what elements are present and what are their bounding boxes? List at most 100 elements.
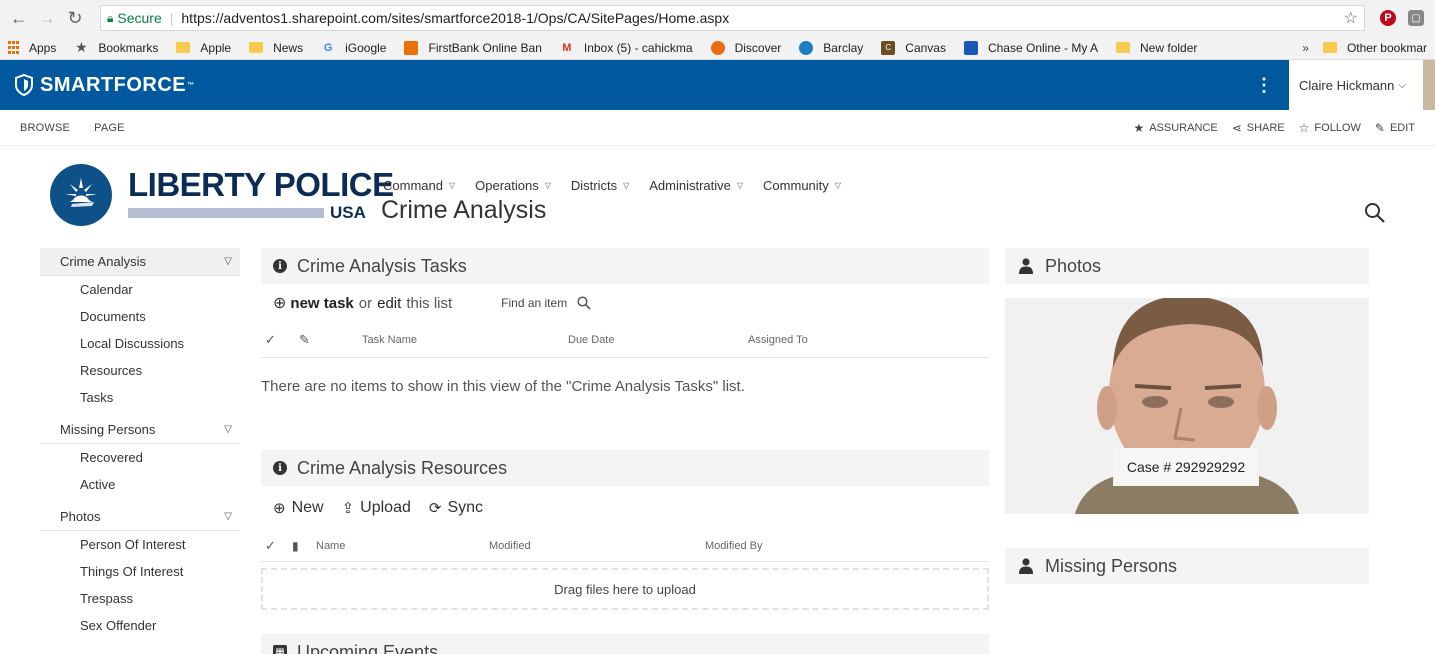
nav-administrative[interactable]: Administrative ▽	[649, 178, 743, 193]
bookmark-canvas[interactable]: C Canvas	[881, 40, 946, 55]
share-button[interactable]: ⋖ SHARE	[1232, 121, 1285, 135]
bookmark-firstbank[interactable]: FirstBank Online Ban	[404, 40, 542, 55]
upload-icon: ⇪	[341, 500, 355, 517]
nav-item-sex-offender[interactable]: Sex Offender	[40, 612, 240, 639]
nav-heading-missing-persons[interactable]: Missing Persons ▽	[40, 416, 240, 444]
column-task-name[interactable]: Task Name	[362, 334, 417, 346]
column-name[interactable]: Name	[316, 540, 345, 552]
column-modified[interactable]: Modified	[489, 540, 531, 552]
new-task-link[interactable]: new task	[290, 295, 353, 312]
address-bar[interactable]: 🔒︎ Secure | https://adventos1.sharepoint…	[100, 5, 1365, 31]
nav-item-calendar[interactable]: Calendar	[40, 276, 240, 303]
url-text[interactable]: https://adventos1.sharepoint.com/sites/s…	[181, 10, 1343, 26]
nav-item-person-of-interest[interactable]: Person Of Interest	[40, 531, 240, 558]
webpart-title: Missing Persons	[1005, 548, 1369, 584]
pinterest-extension-icon[interactable]: P	[1377, 7, 1399, 29]
nav-community[interactable]: Community ▽	[763, 178, 841, 193]
nav-item-recovered[interactable]: Recovered	[40, 444, 240, 471]
or-text: or	[358, 294, 373, 312]
column-assigned-to[interactable]: Assigned To	[748, 334, 808, 346]
ribbon: BROWSE PAGE ★ ASSURANCE ⋖ SHARE ☆ FOLLOW ✎ E…	[0, 110, 1435, 146]
search-icon[interactable]	[577, 296, 591, 310]
logo-usa: USA	[330, 202, 366, 222]
bookmark-new-folder[interactable]: New folder	[1116, 41, 1197, 55]
smartforce-logo[interactable]: SMARTFORCE ™	[0, 74, 1249, 97]
chevron-down-icon: ▽	[623, 181, 630, 190]
missing-persons-webpart: Missing Persons	[1005, 548, 1369, 584]
tab-page[interactable]: PAGE	[94, 122, 125, 134]
bookmark-barclay[interactable]: Barclay	[799, 40, 863, 55]
sync-icon: ⟳	[428, 500, 442, 517]
edit-button[interactable]: ✎ EDIT	[1375, 121, 1415, 135]
assurance-label: ASSURANCE	[1149, 121, 1218, 134]
nav-section-crime-analysis: Crime Analysis ▽ Calendar Documents Local…	[40, 248, 240, 411]
library-column-headers: ✓ ▮ Name Modified Modified By	[261, 530, 989, 562]
nav-item-local-discussions[interactable]: Local Discussions	[40, 330, 240, 357]
document-icon: ▮	[292, 538, 299, 553]
assurance-button[interactable]: ★ ASSURANCE	[1133, 121, 1217, 135]
bookmark-inbox[interactable]: M Inbox (5) - cahickma	[560, 41, 692, 55]
follow-label: FOLLOW	[1314, 121, 1361, 134]
nav-heading-photos[interactable]: Photos ▽	[40, 503, 240, 531]
bookmark-label: FirstBank Online Ban	[428, 40, 542, 55]
pencil-icon[interactable]: ✎	[299, 332, 310, 348]
more-options-icon[interactable]: ⋮	[1249, 75, 1279, 96]
search-icon[interactable]	[1364, 202, 1386, 224]
nav-item-trespass[interactable]: Trespass	[40, 585, 240, 612]
chevron-down-icon[interactable]: ▽	[224, 256, 232, 267]
new-document-button[interactable]: ⊕ New	[273, 499, 324, 517]
resources-webpart: i Crime Analysis Resources ⊕ New ⇪ Upload ⟳…	[261, 450, 989, 610]
nav-command[interactable]: Command ▽	[383, 178, 455, 193]
bookmark-igoogle[interactable]: GiGoogle	[321, 41, 387, 55]
bookmark-other[interactable]: Other bookmar	[1322, 41, 1427, 55]
chevron-down-icon[interactable]: ▽	[224, 511, 232, 522]
nav-item-things-of-interest[interactable]: Things Of Interest	[40, 558, 240, 585]
resources-title[interactable]: Crime Analysis Resources	[297, 458, 507, 479]
follow-button[interactable]: ☆ FOLLOW	[1299, 121, 1361, 135]
checkmark-icon[interactable]: ✓	[265, 332, 276, 348]
liberty-police-logo[interactable]: LIBERTY POLICE USA	[50, 164, 394, 226]
nav-item-active[interactable]: Active	[40, 471, 240, 498]
find-item-search[interactable]: Find an item	[501, 296, 591, 310]
nav-operations[interactable]: Operations ▽	[475, 178, 551, 193]
photos-title[interactable]: Photos	[1045, 256, 1101, 277]
user-name: Claire Hickmann	[1299, 77, 1395, 93]
back-icon[interactable]: ←	[8, 7, 30, 29]
column-modified-by[interactable]: Modified By	[705, 540, 762, 552]
edit-list-link[interactable]: edit	[377, 295, 401, 312]
bookmark-star-icon[interactable]: ☆	[1344, 8, 1358, 28]
bookmark-chase[interactable]: Chase Online - My A	[963, 40, 1098, 55]
extension-icon[interactable]: ▢	[1405, 7, 1427, 29]
bookmark-bookmarks[interactable]: ★ Bookmarks	[74, 39, 158, 55]
missing-persons-title[interactable]: Missing Persons	[1045, 556, 1177, 577]
nav-heading-crime-analysis[interactable]: Crime Analysis ▽	[40, 248, 240, 276]
bookmark-discover[interactable]: Discover	[710, 40, 781, 55]
file-drop-zone[interactable]: Drag files here to upload	[261, 568, 989, 610]
bookmark-apple[interactable]: Apple	[176, 41, 231, 55]
task-column-headers: ✓ ✎ Task Name Due Date Assigned To	[261, 322, 989, 358]
tasks-title[interactable]: Crime Analysis Tasks	[297, 256, 467, 277]
nav-item-tasks[interactable]: Tasks	[40, 384, 240, 411]
bookmark-label: Apps	[29, 40, 57, 55]
sync-button[interactable]: ⟳ Sync	[429, 499, 483, 517]
webpart-title: ▦ Upcoming Events	[261, 634, 989, 654]
nav-item-documents[interactable]: Documents	[40, 303, 240, 330]
bookmark-apps[interactable]: Apps	[8, 41, 56, 55]
checkmark-icon[interactable]: ✓	[265, 538, 276, 554]
nav-label: Districts	[570, 178, 618, 193]
upload-button[interactable]: ⇪ Upload	[342, 499, 411, 517]
bookmark-news[interactable]: News	[249, 41, 303, 55]
user-menu[interactable]: Claire Hickmann ⌵	[1289, 60, 1435, 110]
avatar[interactable]	[1423, 60, 1435, 110]
forward-icon[interactable]: →	[36, 7, 58, 29]
star-icon: ★	[1133, 120, 1145, 135]
events-title[interactable]: Upcoming Events	[297, 642, 438, 654]
column-due-date[interactable]: Due Date	[568, 334, 614, 346]
person-icon	[1019, 558, 1033, 574]
nav-item-resources[interactable]: Resources	[40, 357, 240, 384]
bookmarks-overflow-button[interactable]: »	[1302, 41, 1309, 55]
nav-districts[interactable]: Districts ▽	[571, 178, 629, 193]
tab-browse[interactable]: BROWSE	[20, 122, 70, 134]
reload-icon[interactable]: ↻	[64, 7, 86, 29]
chevron-down-icon[interactable]: ▽	[224, 424, 232, 435]
